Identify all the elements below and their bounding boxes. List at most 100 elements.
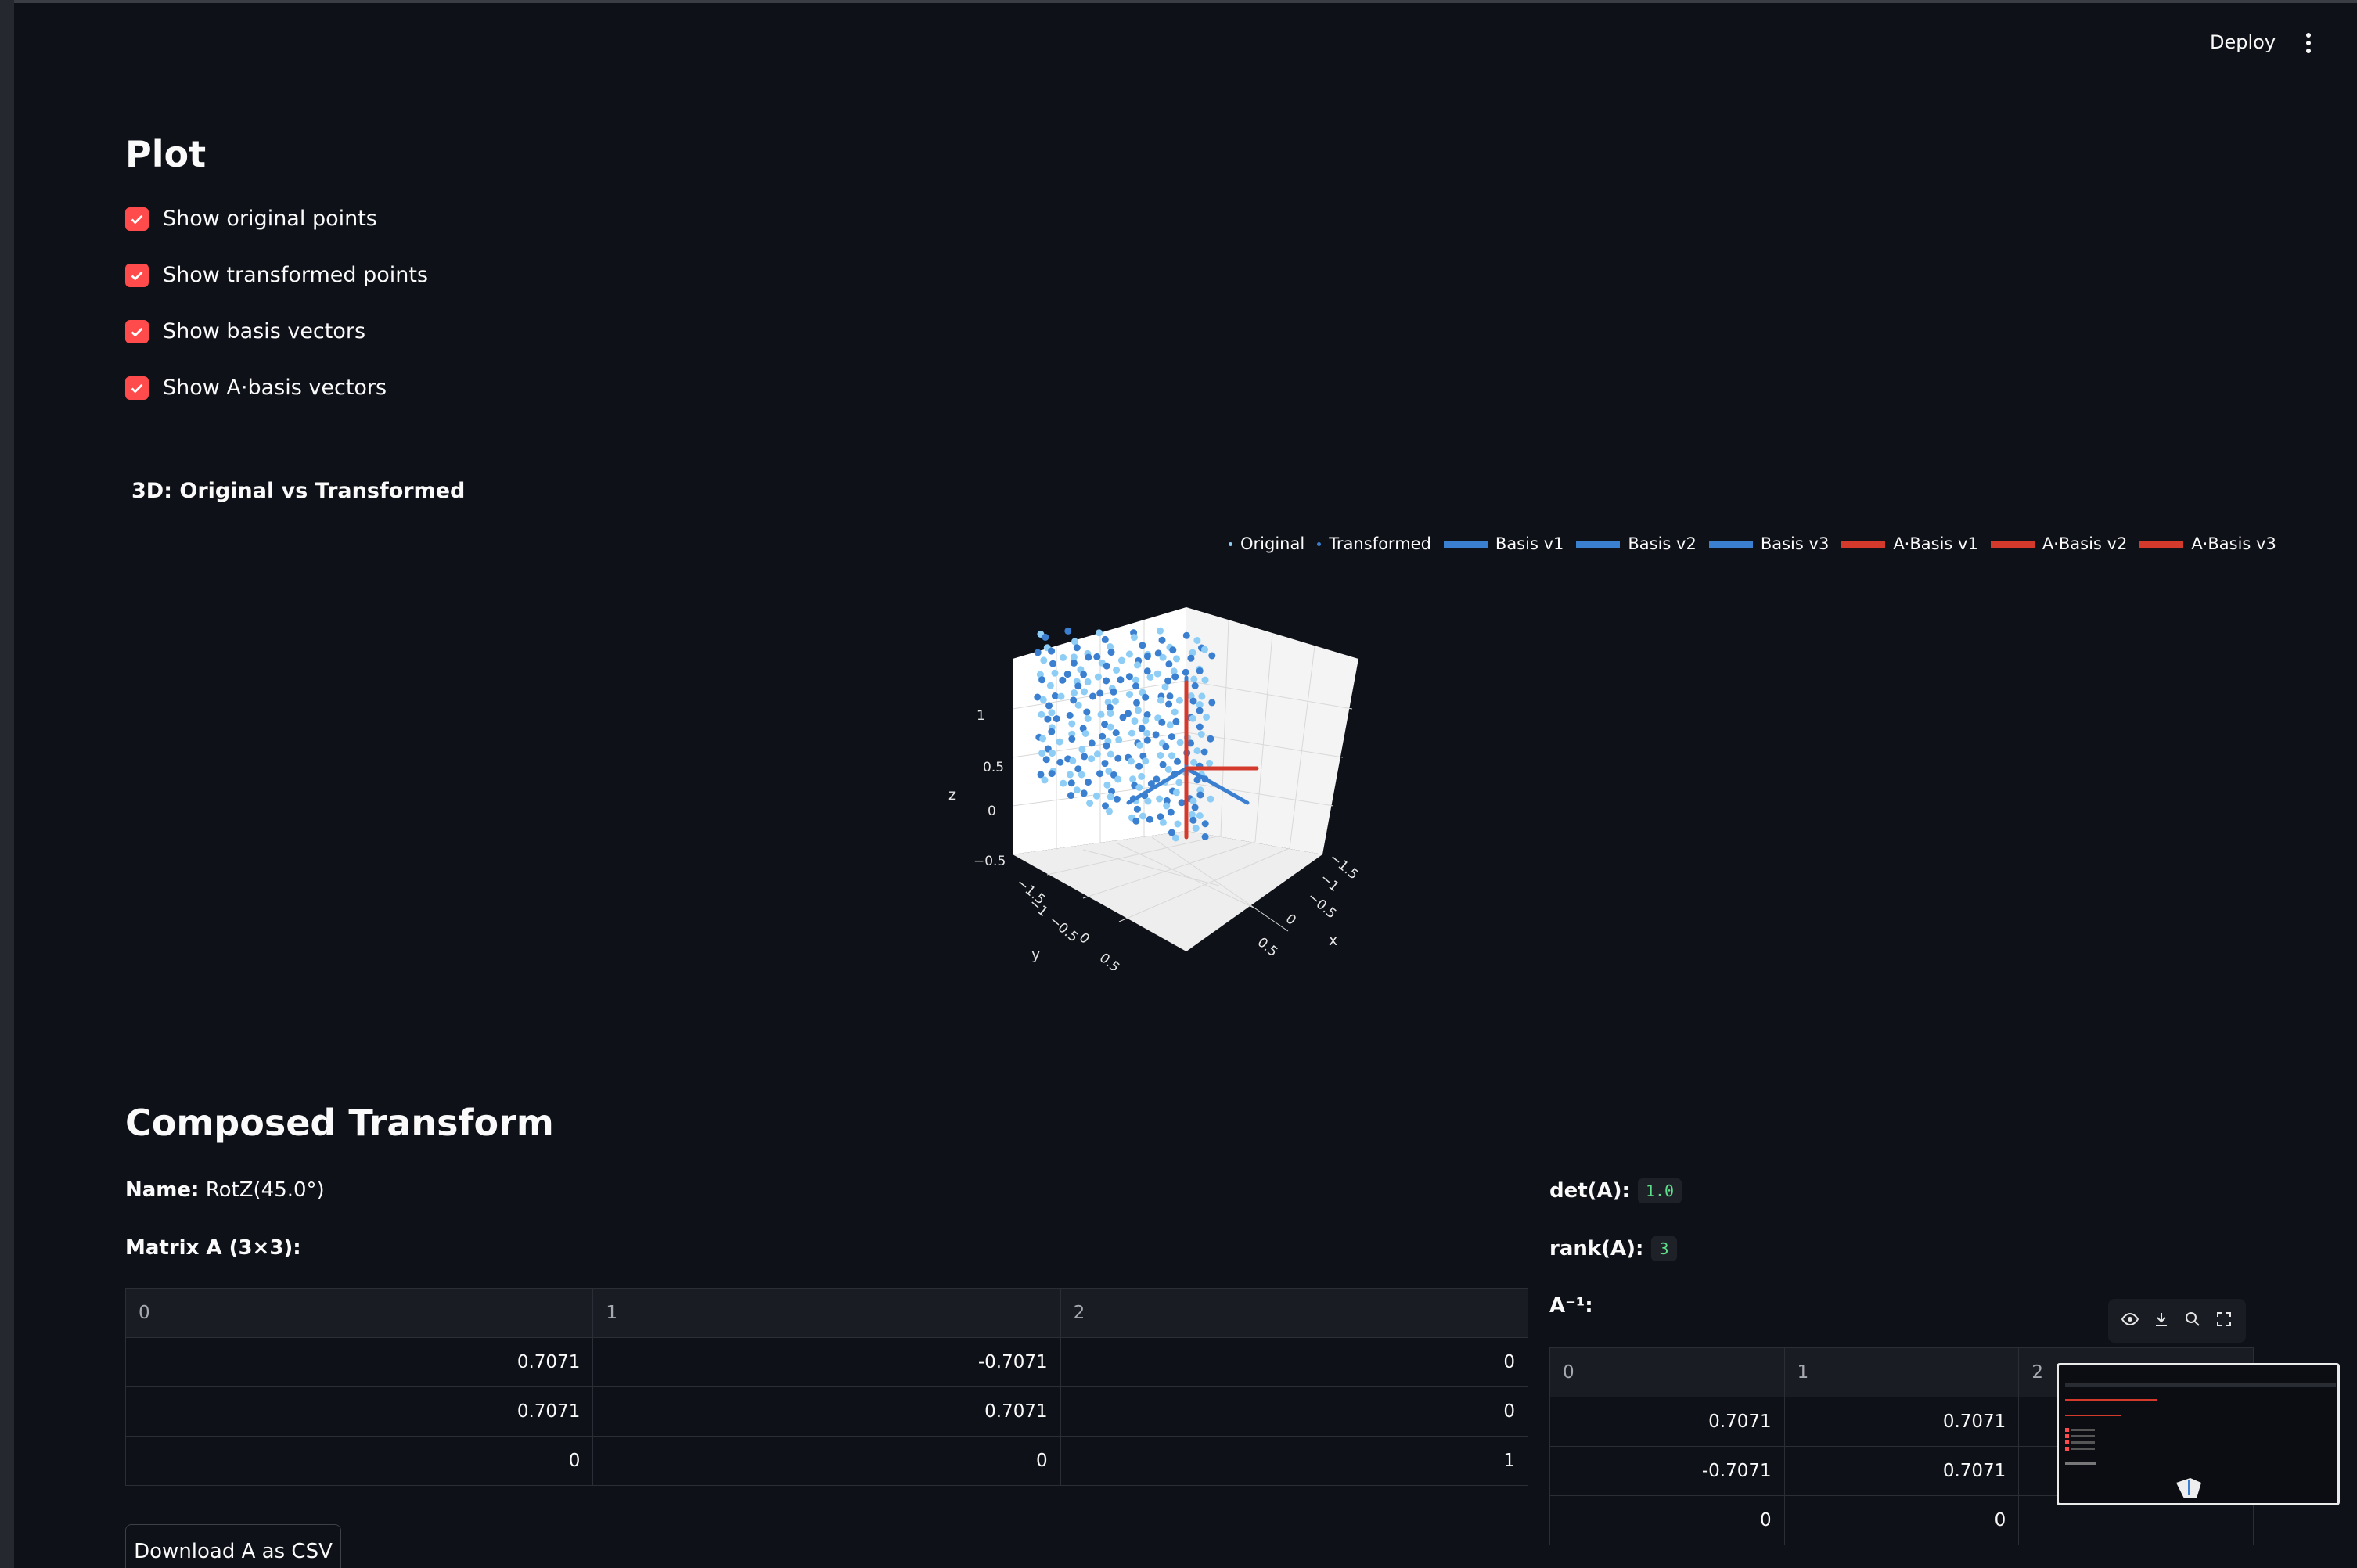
table-cell[interactable]: 0 [1549, 1495, 1785, 1545]
scatter-point [1111, 697, 1119, 705]
main-menu-icon[interactable] [2304, 33, 2313, 53]
scatter-point [1164, 765, 1172, 773]
checkbox-checked-icon[interactable] [125, 207, 149, 231]
scatter-point [1198, 692, 1206, 700]
search-icon[interactable] [2183, 1310, 2202, 1332]
scatter-point [1085, 653, 1092, 661]
table-cell[interactable]: 0 [1060, 1337, 1529, 1387]
table-cell[interactable]: 0.7071 [124, 1386, 594, 1437]
scatter-point [1201, 820, 1209, 828]
checkbox-show-basis[interactable]: Show basis vectors [125, 319, 365, 343]
scatter-point [1064, 627, 1072, 635]
deploy-button[interactable]: Deploy [2210, 31, 2276, 53]
column-header[interactable]: 2 [1060, 1288, 1529, 1338]
scatter-point [1046, 682, 1054, 689]
legend-line [1841, 540, 1886, 548]
table-cell[interactable]: 1 [1060, 1436, 1529, 1486]
legend-item-basis-v3[interactable]: Basis v3 [1708, 534, 1830, 553]
scatter-point [1142, 757, 1150, 765]
scatter-point [1176, 739, 1184, 746]
scatter-point [1171, 708, 1178, 716]
column-header[interactable]: 0 [1549, 1347, 1785, 1397]
legend-label: Transformed [1329, 534, 1431, 553]
scatter-point [1143, 653, 1151, 660]
legend-item-a-basis-v3[interactable]: A·Basis v3 [2139, 534, 2276, 553]
scatter-point [1071, 638, 1078, 646]
table-cell[interactable]: 0.7071 [1783, 1446, 2020, 1496]
scatter-point [1042, 756, 1050, 764]
scatter-point [1139, 812, 1146, 820]
legend-label: A·Basis v1 [1893, 534, 1978, 553]
table-cell[interactable]: 0.7071 [1549, 1397, 1785, 1447]
scatter-point [1125, 673, 1133, 681]
table-cell[interactable]: 0.7071 [124, 1337, 594, 1387]
column-header[interactable]: 1 [1783, 1347, 2020, 1397]
eye-icon[interactable] [2121, 1310, 2139, 1332]
table-cell[interactable]: -0.7071 [1549, 1446, 1785, 1496]
table-cell[interactable]: 0.7071 [1783, 1397, 2020, 1447]
scatter-point [1174, 757, 1181, 765]
checkbox-checked-icon[interactable] [125, 376, 149, 400]
scatter-point [1182, 631, 1190, 639]
fullscreen-icon[interactable] [2215, 1310, 2233, 1332]
scatter-point [1193, 747, 1201, 755]
table-cell[interactable]: 0.7071 [592, 1386, 1061, 1437]
scatter-point [1128, 757, 1135, 765]
thumbnail-preview [2065, 1383, 2336, 1498]
scatter-point [1146, 815, 1153, 823]
scatter-point [1159, 818, 1167, 826]
scatter-point [1074, 682, 1082, 690]
legend-line [1443, 540, 1488, 548]
download-csv-button[interactable]: Download A as CSV [125, 1524, 341, 1568]
scatter-point [1189, 697, 1197, 705]
scatter-point [1130, 634, 1138, 642]
table-cell[interactable]: -0.7071 [592, 1337, 1061, 1387]
table-row: 0.7071 -0.7071 0 [124, 1337, 1529, 1387]
legend-item-transformed[interactable]: Transformed [1317, 534, 1431, 553]
z-axis-label: z [948, 786, 956, 804]
scatter-point [1132, 676, 1139, 684]
scatter-point [1175, 779, 1183, 786]
checkbox-label: Show original points [163, 207, 377, 231]
scatter-point [1166, 692, 1174, 700]
checkbox-checked-icon[interactable] [125, 263, 149, 287]
matrix-a-table[interactable]: 0 1 2 0.7071 -0.7071 0 0.7071 0.7071 0 0… [124, 1288, 1529, 1486]
scatter-point [1096, 629, 1103, 637]
scatter-point [1081, 688, 1089, 696]
scatter-point [1132, 682, 1139, 690]
legend-label: Basis v3 [1760, 534, 1830, 553]
screen-share-thumbnail[interactable] [2057, 1363, 2340, 1505]
checkbox-show-transformed[interactable]: Show transformed points [125, 263, 428, 287]
legend-item-a-basis-v1[interactable]: A·Basis v1 [1841, 534, 1978, 553]
checkbox-checked-icon[interactable] [125, 319, 149, 343]
table-cell[interactable]: 0 [1060, 1386, 1529, 1437]
table-cell[interactable]: 0 [1783, 1495, 2020, 1545]
column-header[interactable]: 0 [124, 1288, 594, 1338]
checkbox-label: Show basis vectors [163, 319, 366, 343]
legend-item-original[interactable]: Original [1229, 534, 1304, 553]
scatter-point [1073, 786, 1081, 794]
scatter-point [1070, 659, 1078, 667]
dataframe-toolbar [2108, 1299, 2246, 1343]
download-icon[interactable] [2152, 1310, 2171, 1332]
legend-label: A·Basis v2 [2042, 534, 2128, 553]
table-cell[interactable]: 0 [592, 1436, 1061, 1486]
table-cell[interactable]: 0 [124, 1436, 594, 1486]
3d-scatter-plot[interactable]: −0.5 0 0.5 1 z −1.5 −1 −0.5 0 0.5 y −1.5… [923, 595, 1393, 970]
checkbox-show-original[interactable]: Show original points [125, 207, 377, 231]
legend-label: A·Basis v3 [2191, 534, 2276, 553]
scatter-point [1158, 636, 1166, 644]
rank-label: rank(A): [1549, 1237, 1644, 1261]
scatter-point [1135, 741, 1143, 749]
scatter-point [1138, 725, 1146, 732]
scatter-point [1048, 647, 1056, 655]
det-label: det(A): [1549, 1179, 1630, 1203]
scatter-point [1135, 762, 1143, 770]
checkbox-show-a-basis[interactable]: Show A·basis vectors [125, 376, 387, 400]
legend-item-a-basis-v2[interactable]: A·Basis v2 [1990, 534, 2128, 553]
scatter-point [1060, 779, 1067, 787]
legend-item-basis-v2[interactable]: Basis v2 [1576, 534, 1697, 553]
column-header[interactable]: 1 [592, 1288, 1061, 1338]
legend-item-basis-v1[interactable]: Basis v1 [1443, 534, 1564, 553]
scatter-point [1083, 708, 1091, 716]
